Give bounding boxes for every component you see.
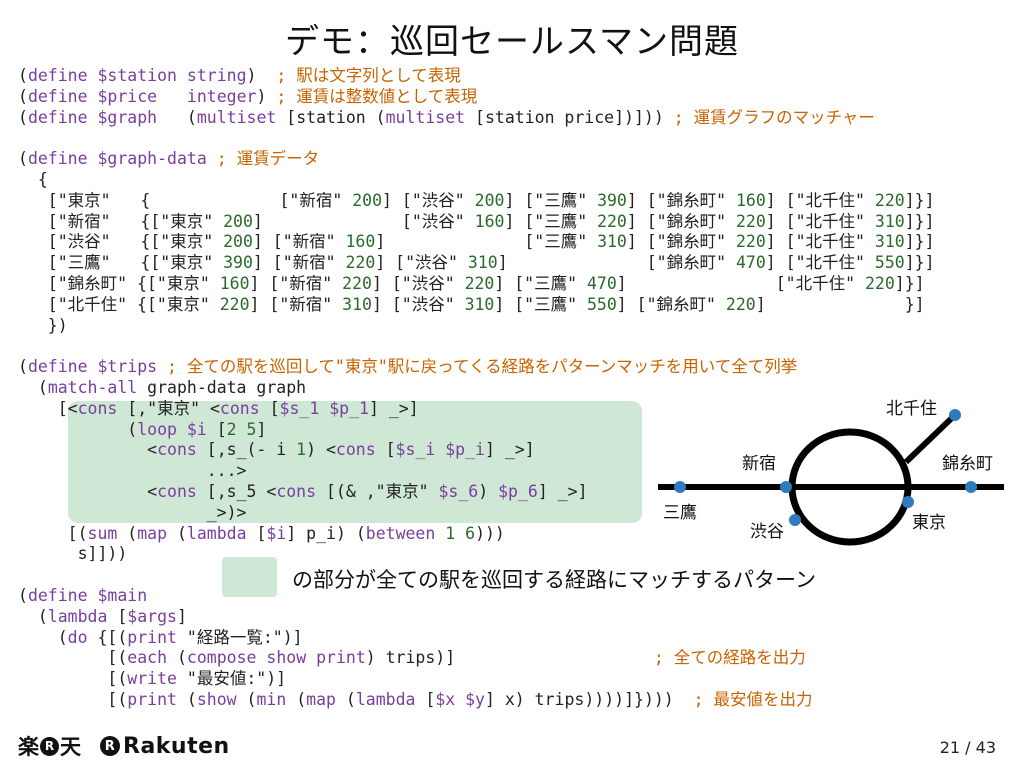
code-line: }): [18, 315, 68, 335]
logo-kanji-raku: 楽: [18, 735, 39, 759]
logo-r-mark: R: [40, 736, 59, 756]
code-line: {: [18, 169, 48, 189]
code-line: ["北千住" {["東京" 220] ["新宿" 310] ["渋谷" 310]…: [18, 294, 925, 314]
code-line: ["錦糸町" {["東京" 160] ["新宿" 220] ["渋谷" 220]…: [18, 273, 925, 293]
code-line: (define $trips ; 全ての駅を巡回して"東京"駅に戻ってくる経路を…: [18, 357, 798, 377]
logo-word-text: Rakuten: [123, 733, 230, 759]
rakuten-logo: 楽 R 天 R Rakuten: [18, 731, 230, 761]
slide-title: デモ：巡回セールスマン問題: [285, 22, 739, 62]
station-label-mitaka: 三鷹: [663, 502, 697, 523]
railway-map: 北千住 新宿 錦糸町 三鷹 渋谷 東京: [658, 399, 1004, 546]
code-line: ["渋谷" {["東京" 200] ["新宿" 160] ["三鷹" 310] …: [18, 232, 935, 252]
station-label-kinshicho: 錦糸町: [942, 454, 993, 474]
code-line: (define $price integer) ; 運賃は整数値として表現: [18, 86, 478, 106]
logo-rakuten-word: R Rakuten: [99, 734, 230, 759]
station-dot-mitaka: [674, 481, 686, 493]
code-line: ["新宿" {["東京" 200] ["渋谷" 160] ["三鷹" 220] …: [18, 211, 935, 231]
code-line: [(each (compose show print) trips)] ; 全て…: [18, 648, 806, 668]
station-label-shinjuku: 新宿: [742, 454, 776, 474]
station-dot-shinjuku: [780, 481, 792, 493]
station-dot-tokyo: [902, 496, 914, 508]
code-line: (do {[(print "経路一覧:")]: [18, 627, 303, 647]
station-dot-kinshicho: [965, 481, 977, 493]
station-dot-kitasenju: [949, 409, 961, 421]
code-line: (lambda [$args]: [18, 606, 187, 626]
code-line: (define $station string) ; 駅は文字列として表現: [18, 66, 461, 85]
station-label-kitasenju: 北千住: [886, 399, 937, 419]
page-number: 21 / 43: [939, 738, 996, 757]
legend-text: の部分が全ての駅を巡回する経路にマッチするパターン: [292, 568, 816, 592]
code-line: ["三鷹" {["東京" 390] ["新宿" 220] ["渋谷" 310] …: [18, 253, 935, 273]
station-label-tokyo: 東京: [912, 513, 946, 533]
code-line: (define $graph-data ; 運賃データ: [18, 149, 320, 169]
station-dot-shibuya: [789, 514, 801, 526]
legend-swatch: [222, 557, 277, 597]
code-line: ["東京" { ["新宿" 200] ["渋谷" 200] ["三鷹" 390]…: [18, 190, 935, 210]
station-label-shibuya: 渋谷: [750, 522, 784, 542]
code-line: [(write "最安値:")]: [18, 669, 287, 689]
logo-kanji-ten: 天: [60, 735, 81, 759]
rakuten-r-icon: R: [100, 736, 120, 756]
code-line: [(print (show (min (map (lambda [$x $y] …: [18, 689, 813, 709]
code-line: (define $graph (multiset [station (multi…: [18, 107, 875, 127]
